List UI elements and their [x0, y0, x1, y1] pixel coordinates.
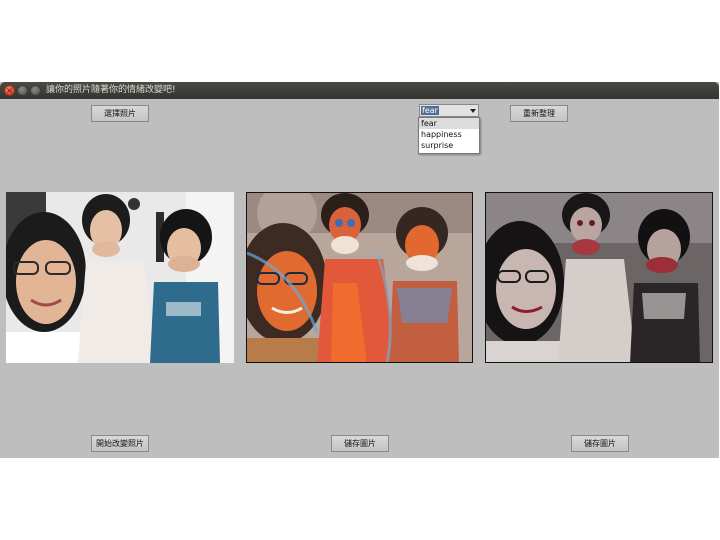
chevron-down-icon[interactable] [470, 109, 476, 113]
minimize-window-icon[interactable] [17, 85, 28, 96]
styled-photo-colorful [246, 192, 473, 363]
window-title: 讓你的照片隨著你的情緒改變吧! [46, 85, 176, 95]
styled-photo-dark [485, 192, 713, 363]
save-image-button-2[interactable]: 儲存圖片 [571, 435, 629, 452]
app-window: × 讓你的照片隨著你的情緒改變吧! 選擇照片 fear fear happine… [0, 82, 719, 458]
refresh-button[interactable]: 重新整理 [510, 105, 568, 122]
dropdown-option-happiness[interactable]: happiness [419, 129, 479, 140]
emotion-select[interactable]: fear [419, 104, 479, 117]
start-change-button[interactable]: 開始改變照片 [91, 435, 149, 452]
dropdown-option-fear[interactable]: fear [419, 118, 479, 129]
title-bar: × 讓你的照片隨著你的情緒改變吧! [0, 82, 719, 99]
dropdown-option-surprise[interactable]: surprise [419, 140, 479, 151]
emotion-dropdown-list: fear happiness surprise [418, 117, 480, 154]
emotion-select-value: fear [421, 106, 439, 115]
select-photo-button[interactable]: 選擇照片 [91, 105, 149, 122]
close-window-icon[interactable]: × [4, 85, 15, 96]
save-image-button-1[interactable]: 儲存圖片 [331, 435, 389, 452]
maximize-window-icon[interactable] [30, 85, 41, 96]
original-photo [6, 192, 234, 363]
